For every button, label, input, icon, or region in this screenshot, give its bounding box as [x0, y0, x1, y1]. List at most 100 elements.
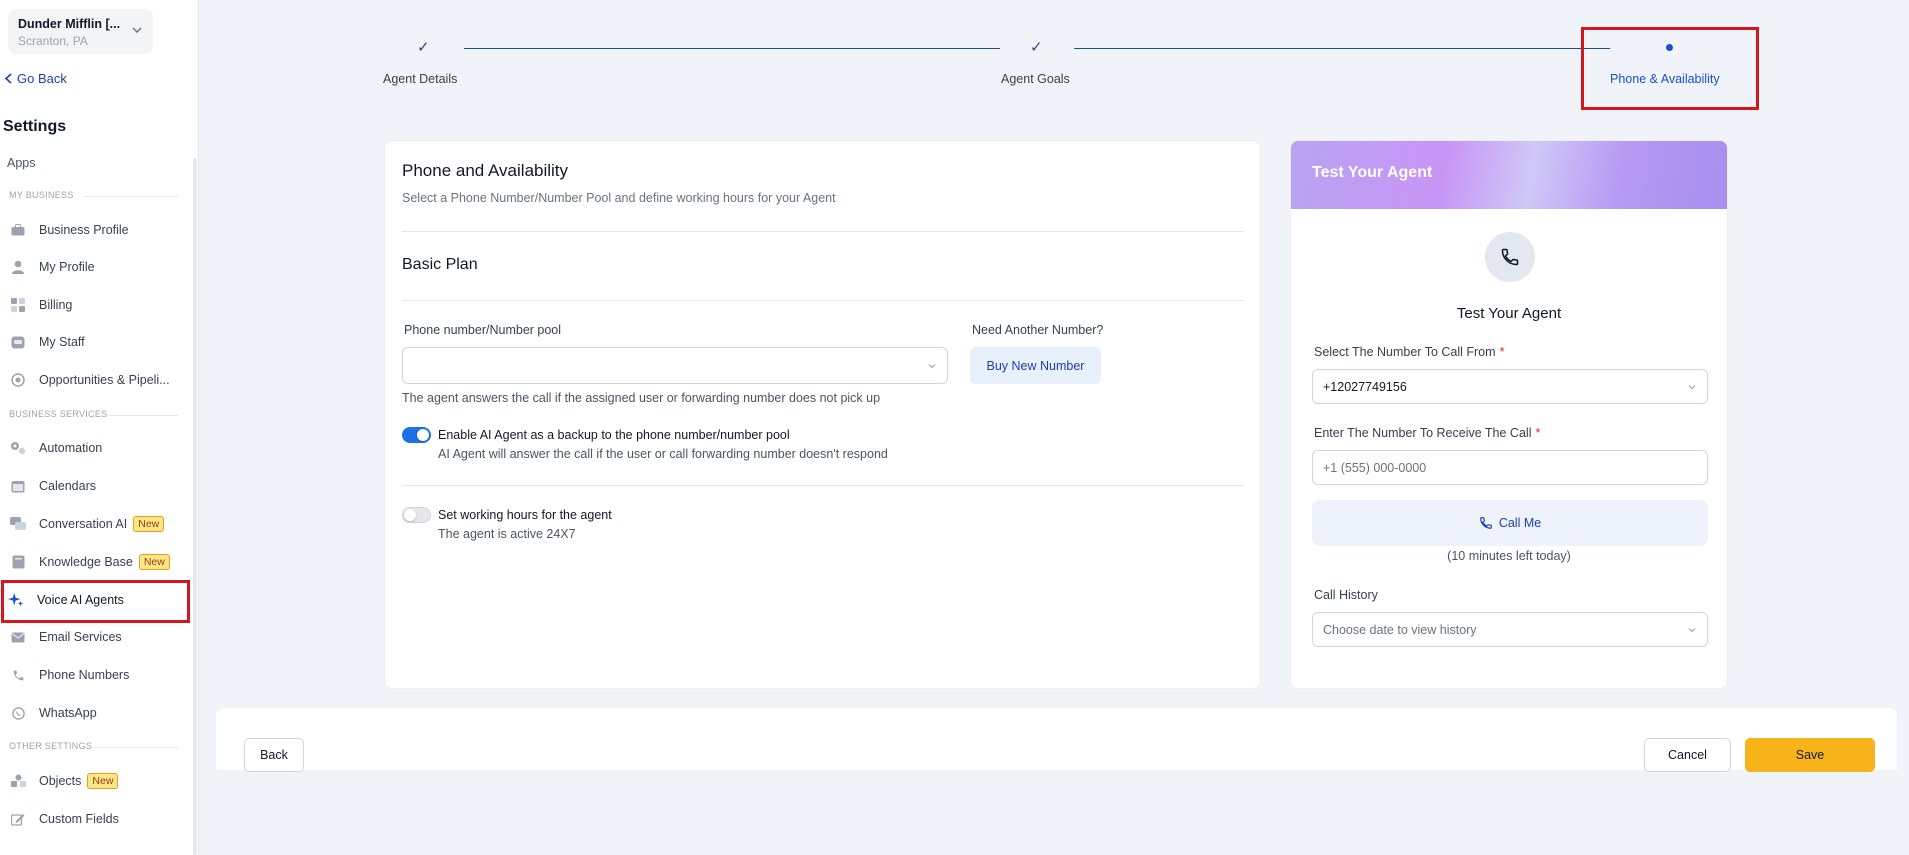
working-hours-desc: The agent is active 24X7 [438, 527, 576, 541]
phone-icon [1485, 232, 1535, 282]
go-back-label: Go Back [17, 71, 67, 86]
footer-bar: Back Cancel Save [216, 708, 1897, 772]
section-business-services: BUSINESS SERVICES [9, 409, 108, 419]
sidebar-item-billing[interactable]: Billing [10, 294, 72, 316]
new-badge: New [87, 773, 119, 789]
working-hours-toggle[interactable] [402, 507, 431, 523]
divider [402, 300, 1244, 301]
chevron-down-icon [928, 363, 936, 368]
chat-icon [10, 516, 26, 532]
settings-title: Settings [3, 118, 67, 135]
sidebar-item-my-staff[interactable]: My Staff [10, 331, 85, 353]
phone-availability-card: Phone and Availability Select a Phone Nu… [384, 140, 1261, 689]
gears-icon [10, 440, 26, 456]
phone-pool-help: The agent answers the call if the assign… [402, 391, 881, 405]
sidebar-item-knowledge-base[interactable]: Knowledge Base New [10, 551, 170, 573]
test-agent-title: Test Your Agent [1456, 305, 1562, 322]
chevron-down-icon [132, 27, 142, 34]
sidebar-item-label: Phone Numbers [39, 668, 130, 682]
sidebar-item-calendars[interactable]: Calendars [10, 475, 96, 497]
section-my-business: MY BUSINESS [9, 190, 74, 200]
back-button[interactable]: Back [244, 738, 304, 772]
ai-backup-desc: AI Agent will answer the call if the use… [438, 447, 888, 461]
plan-name: Basic Plan [402, 256, 478, 273]
whatsapp-icon [10, 705, 26, 721]
go-back-link[interactable]: Go Back [4, 71, 67, 86]
chevron-down-icon [1688, 627, 1696, 632]
section-divider [108, 415, 178, 416]
sidebar-item-phone-numbers[interactable]: Phone Numbers [10, 664, 129, 686]
sidebar-scrollbar[interactable] [193, 158, 197, 855]
call-history-placeholder: Choose date to view history [1323, 622, 1477, 637]
sidebar-item-whatsapp[interactable]: WhatsApp [10, 702, 97, 724]
test-agent-panel: Test Your Agent Test Your Agent Select T… [1290, 140, 1728, 689]
call-history-label: Call History [1314, 588, 1378, 602]
apps-link[interactable]: Apps [7, 156, 36, 170]
step-phone-availability[interactable]: Phone & Availability [1610, 72, 1720, 86]
chevron-left-icon [4, 73, 12, 84]
calendar-icon [10, 478, 26, 494]
sidebar-item-automation[interactable]: Automation [10, 437, 102, 459]
sidebar-item-label: Conversation AI [39, 517, 128, 531]
sidebar-item-label: My Staff [39, 335, 85, 349]
sidebar-item-my-profile[interactable]: My Profile [10, 256, 95, 278]
call-from-label-text: Select The Number To Call From [1314, 345, 1496, 359]
new-badge: New [138, 554, 170, 570]
phone-availability-highlight [1581, 27, 1759, 110]
call-from-select[interactable]: +12027749156 [1312, 369, 1708, 404]
call-me-label: Call Me [1498, 516, 1542, 530]
objects-icon [10, 773, 26, 789]
buy-new-number-button[interactable]: Buy New Number [970, 347, 1101, 384]
sidebar: Dunder Mifflin [... Scranton, PA Go Back… [0, 0, 199, 855]
phone-pool-select[interactable] [402, 347, 948, 384]
book-icon [10, 554, 26, 570]
minutes-left-text: (10 minutes left today) [1447, 549, 1571, 563]
staff-icon [10, 334, 26, 350]
cancel-button[interactable]: Cancel [1644, 738, 1731, 772]
required-mark: * [1535, 426, 1541, 440]
sidebar-item-label: Objects [39, 774, 82, 788]
sidebar-item-opportunities[interactable]: Opportunities & Pipeli... [10, 369, 170, 391]
test-agent-header-title: Test Your Agent [1312, 164, 1433, 181]
call-from-value: +12027749156 [1323, 379, 1407, 394]
call-me-button[interactable]: Call Me [1312, 500, 1708, 546]
stepper-connector [1074, 48, 1610, 49]
target-icon [10, 372, 26, 388]
sidebar-item-label: Knowledge Base [39, 555, 133, 569]
toggle-knob [417, 429, 429, 441]
sidebar-item-label: Custom Fields [39, 812, 119, 826]
ai-backup-toggle[interactable] [402, 427, 431, 443]
chevron-down-icon [1688, 384, 1696, 389]
save-button[interactable]: Save [1745, 738, 1875, 772]
sidebar-item-email-services[interactable]: Email Services [10, 626, 122, 648]
sidebar-item-conversation-ai[interactable]: Conversation AI New [10, 513, 165, 535]
required-mark: * [1499, 345, 1505, 359]
step-agent-details[interactable]: Agent Details [383, 72, 457, 86]
sparkle-icon [8, 592, 24, 608]
sidebar-item-custom-fields[interactable]: Custom Fields [10, 808, 119, 830]
sidebar-item-label: Opportunities & Pipeli... [39, 373, 170, 387]
user-icon [10, 259, 26, 275]
active-step-dot-icon [1666, 44, 1673, 51]
sidebar-item-label: Calendars [39, 479, 96, 493]
receive-call-placeholder: +1 (555) 000-0000 [1323, 460, 1427, 475]
section-other-settings: OTHER SETTINGS [9, 741, 93, 751]
edit-icon [10, 811, 26, 827]
phone-call-icon [1479, 517, 1492, 529]
sidebar-item-objects[interactable]: Objects New [10, 770, 119, 792]
section-divider [94, 747, 178, 748]
step-agent-goals[interactable]: Agent Goals [1001, 72, 1070, 86]
receive-call-label-text: Enter The Number To Receive The Call [1314, 426, 1532, 440]
sidebar-item-business-profile[interactable]: Business Profile [10, 219, 129, 241]
sidebar-item-voice-ai-agents[interactable]: Voice AI Agents [8, 589, 124, 611]
call-from-label: Select The Number To Call From * [1314, 345, 1504, 359]
call-history-select[interactable]: Choose date to view history [1312, 612, 1708, 647]
divider [402, 485, 1244, 486]
receive-call-input[interactable]: +1 (555) 000-0000 [1312, 450, 1708, 485]
account-name: Dunder Mifflin [... [18, 17, 121, 31]
need-another-label: Need Another Number? [972, 323, 1104, 337]
card-subtitle: Select a Phone Number/Number Pool and de… [402, 191, 836, 205]
account-switcher[interactable]: Dunder Mifflin [... Scranton, PA [8, 9, 153, 54]
test-agent-header: Test Your Agent [1291, 141, 1727, 209]
section-divider [84, 196, 178, 197]
